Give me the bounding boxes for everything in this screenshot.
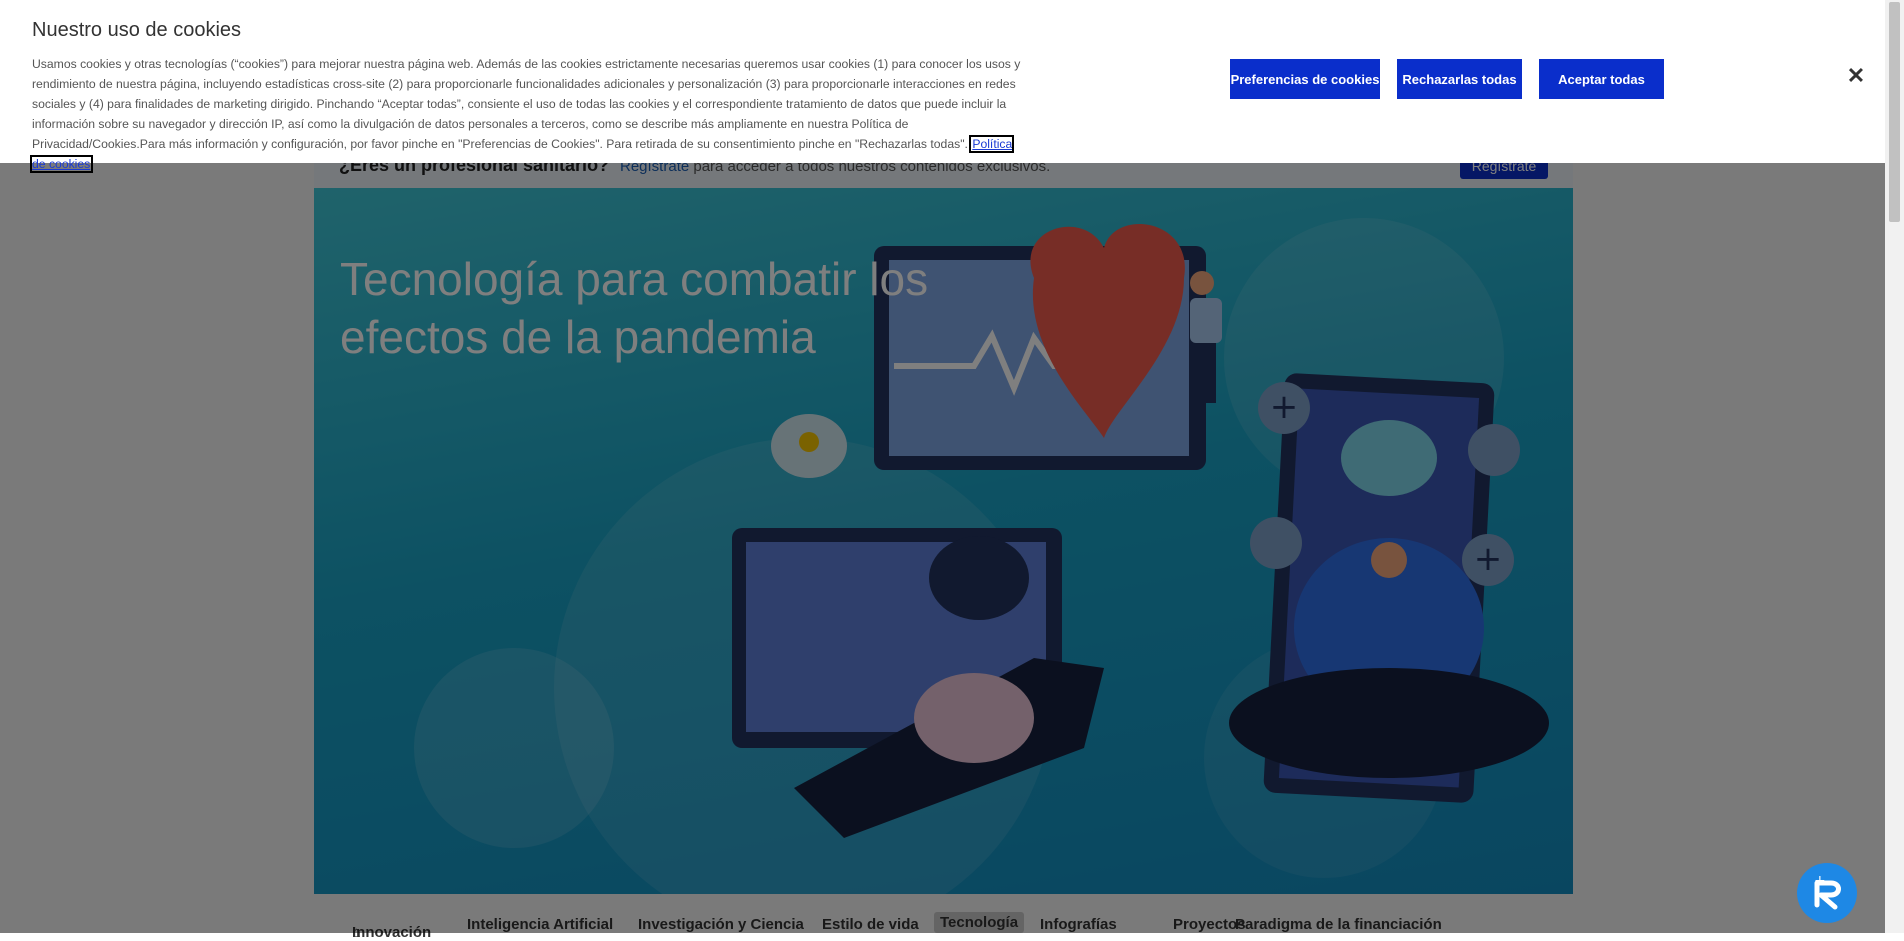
cookie-preferences-button[interactable]: Preferencias de cookies bbox=[1230, 59, 1380, 99]
cookie-title: Nuestro uso de cookies bbox=[32, 19, 242, 41]
cookie-description: Usamos cookies y otras tecnologías (“coo… bbox=[29, 57, 1021, 173]
chat-robot-icon: + bbox=[1814, 873, 1841, 910]
scrollbar[interactable] bbox=[1885, 0, 1904, 933]
accept-all-button[interactable]: Aceptar todas bbox=[1539, 59, 1664, 99]
close-icon[interactable]: ✕ bbox=[1846, 65, 1866, 87]
chat-widget[interactable]: + bbox=[1797, 863, 1857, 923]
scrollbar-thumb[interactable] bbox=[1889, 2, 1900, 222]
svg-text:+: + bbox=[1814, 873, 1826, 889]
cookie-banner: Nuestro uso de cookies Usamos cookies y … bbox=[0, 0, 1885, 173]
reject-all-button[interactable]: Rechazarlas todas bbox=[1397, 59, 1522, 99]
